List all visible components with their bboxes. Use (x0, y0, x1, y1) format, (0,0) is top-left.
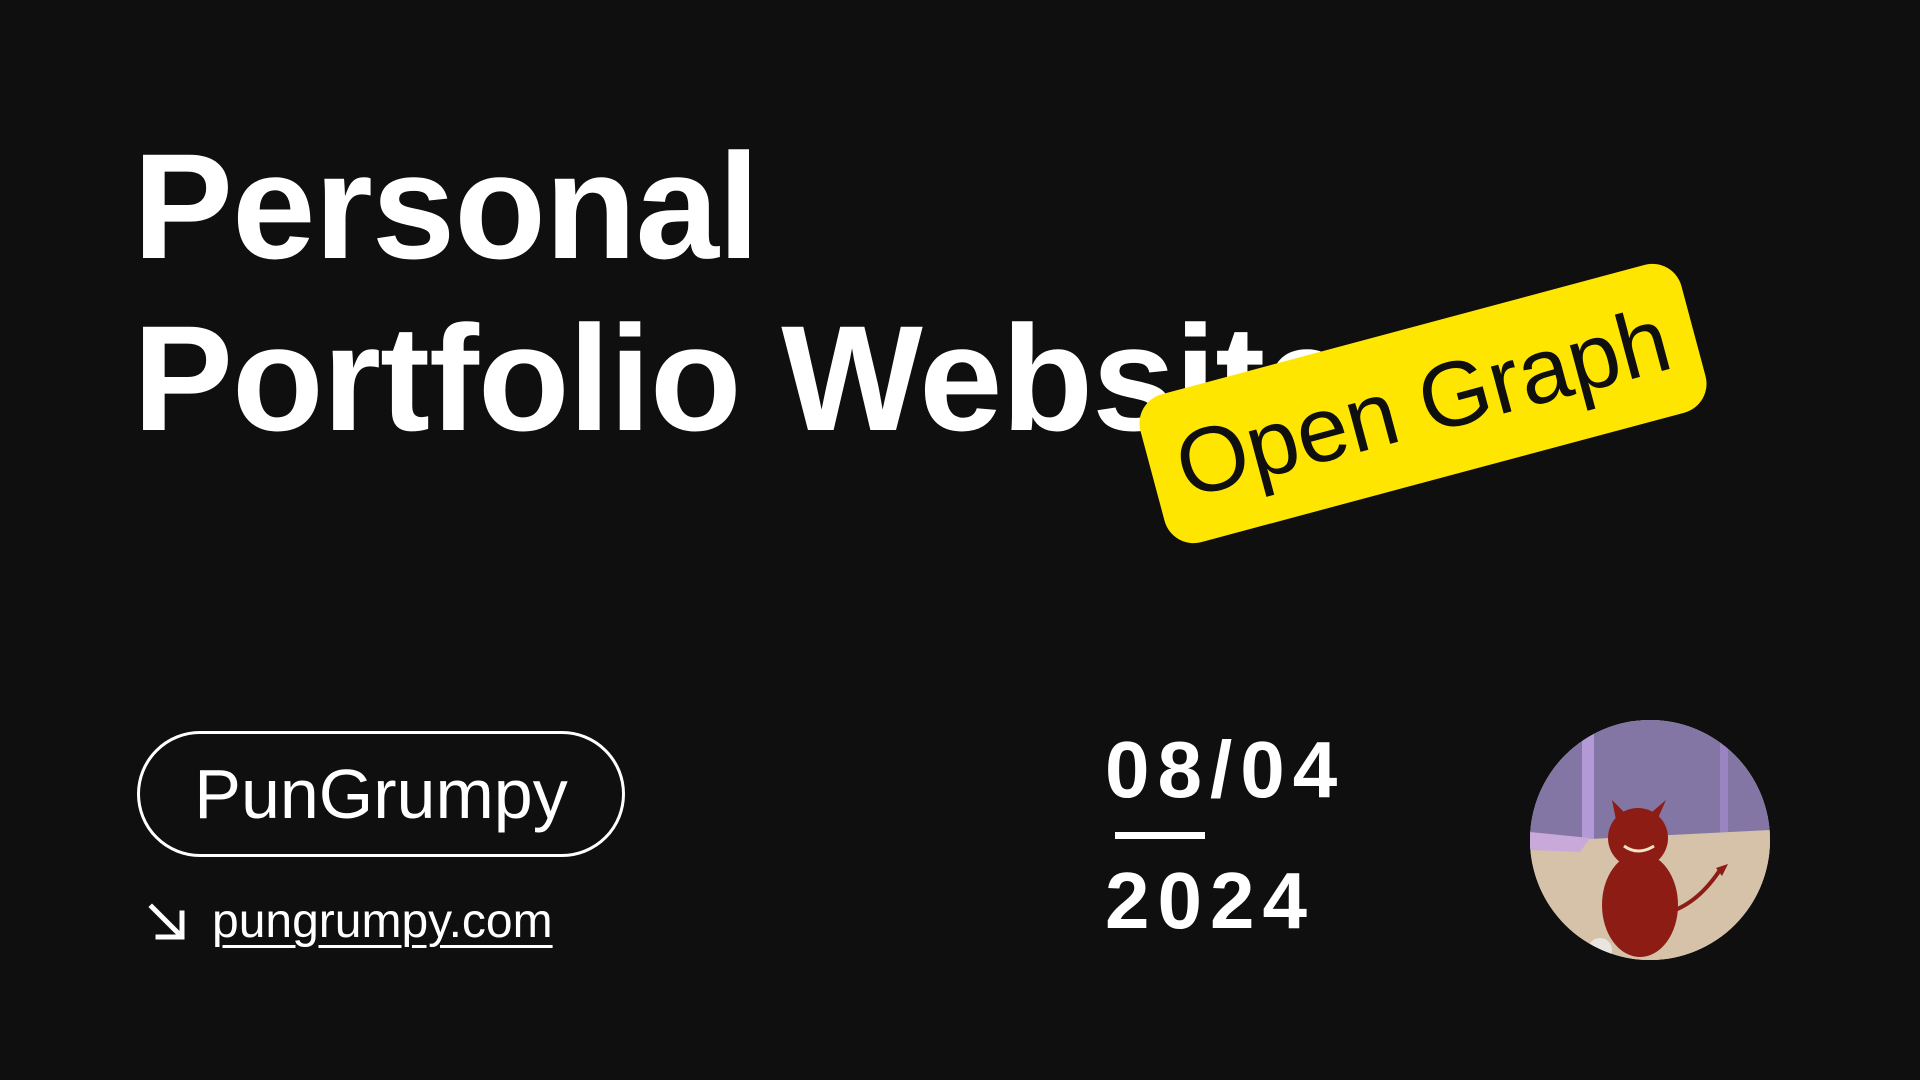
author-name: PunGrumpy (194, 755, 568, 833)
author-name-pill: PunGrumpy (137, 731, 625, 857)
website-url[interactable]: pungrumpy.com (212, 892, 553, 952)
website-link[interactable]: pungrumpy.com (146, 892, 553, 952)
date-year: 2024 (1105, 856, 1315, 945)
arrow-down-right-icon (148, 903, 185, 940)
og-card: Personal Portfolio Website Open Graph Pu… (0, 0, 1920, 1080)
title-line-1: Personal (133, 122, 760, 290)
date-divider (1115, 832, 1205, 839)
date-day-month: 08/04 (1105, 725, 1346, 814)
date-block: 08/04 2024 (1105, 720, 1405, 951)
avatar-image (1530, 720, 1770, 960)
avatar (1530, 720, 1770, 960)
